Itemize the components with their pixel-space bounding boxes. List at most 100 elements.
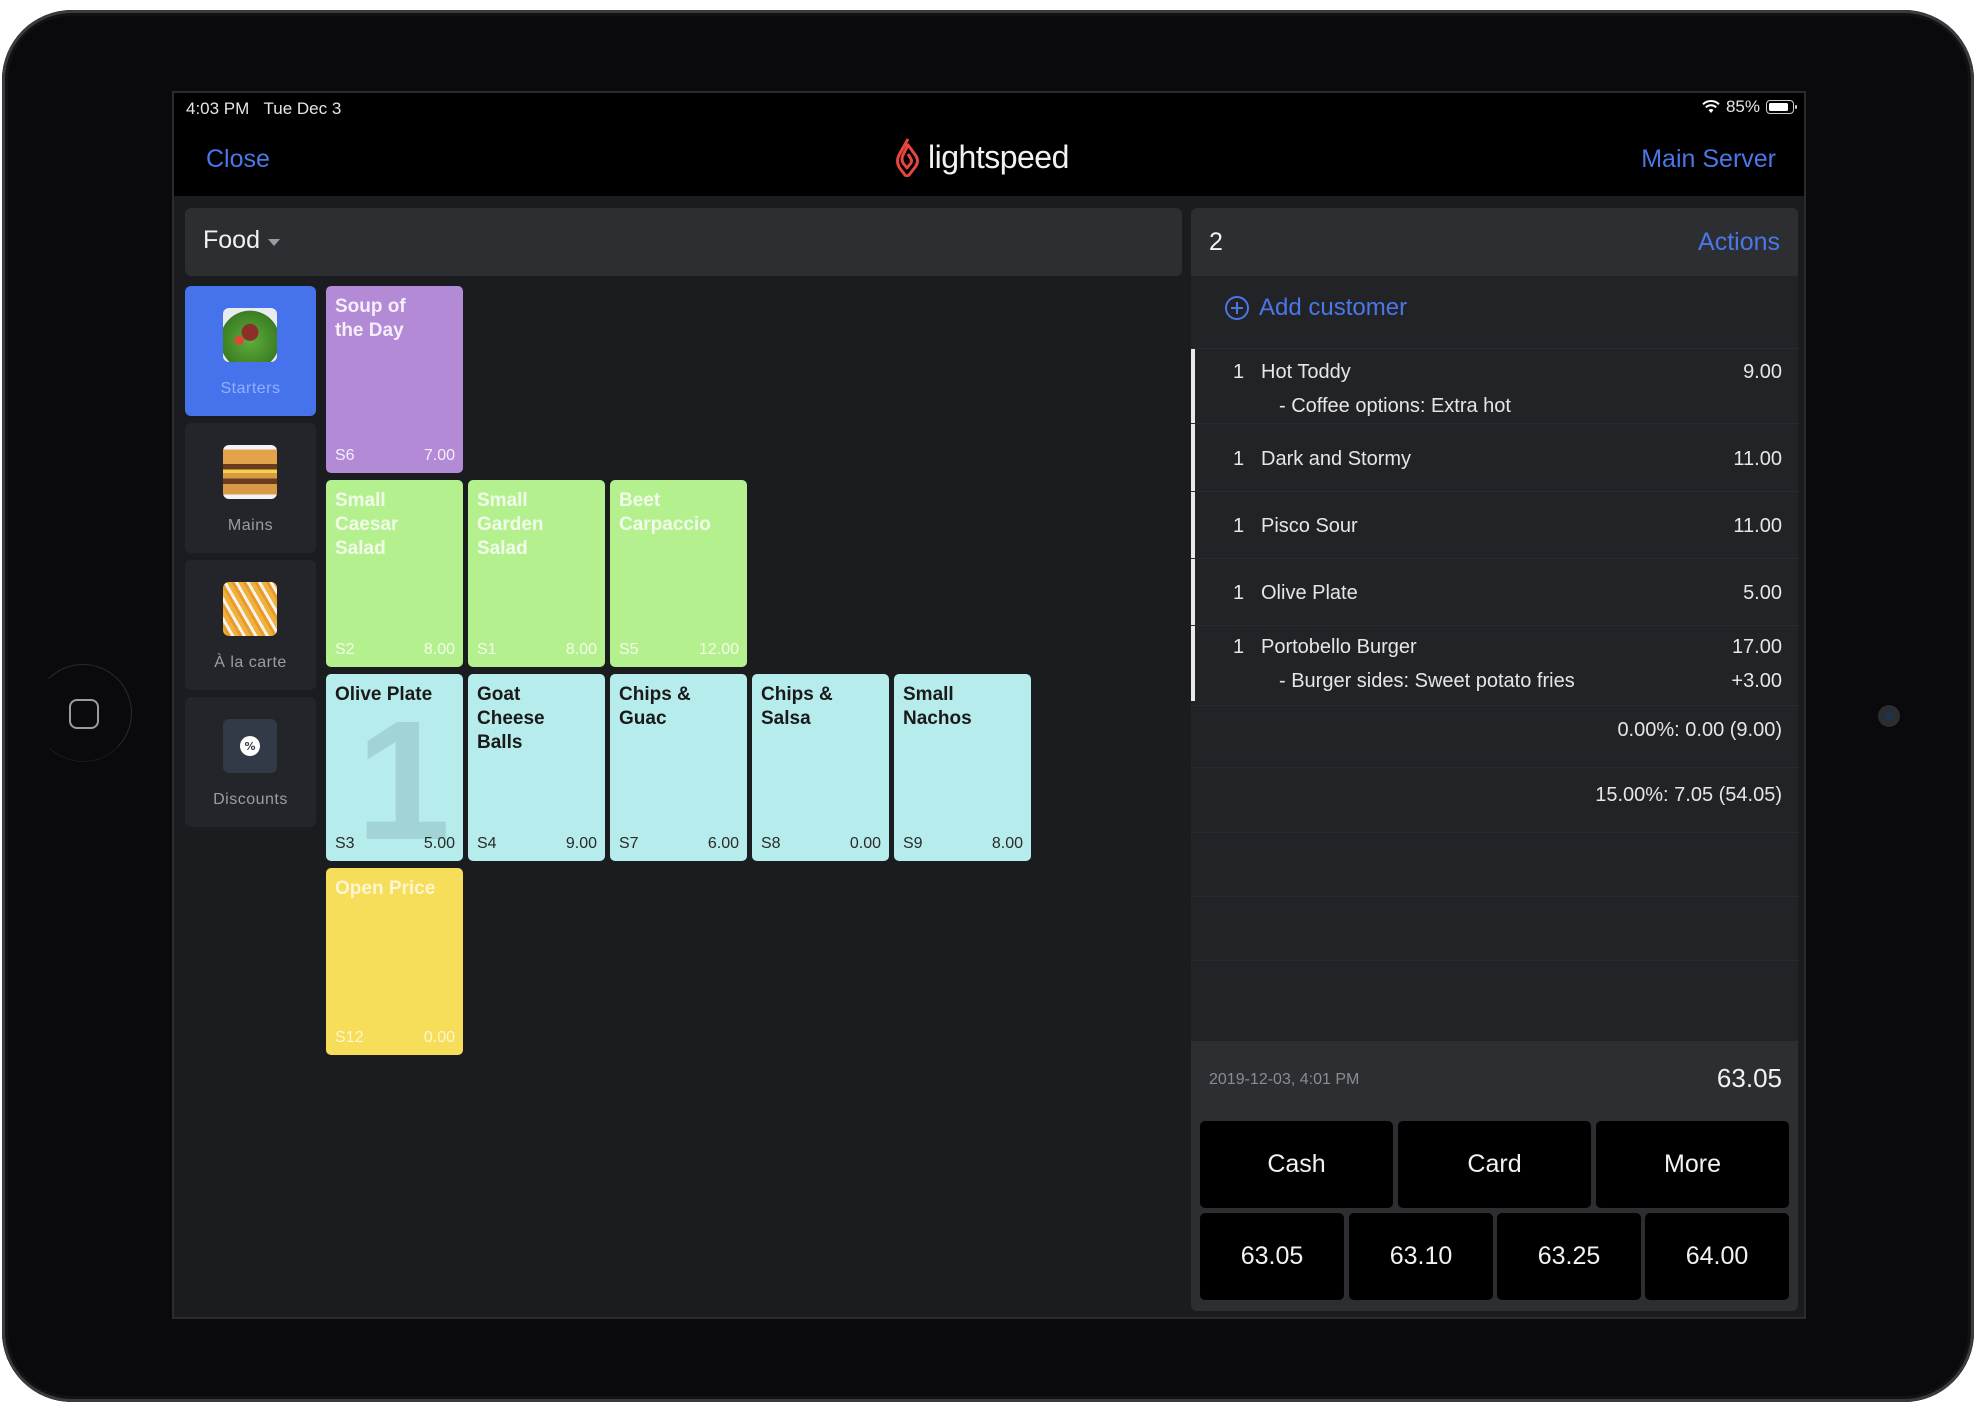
status-date: Tue Dec 3 [263,99,342,118]
line-indicator [1191,349,1195,424]
close-button[interactable]: Close [206,145,270,174]
category-a-la-carte[interactable]: À la carte [185,560,316,690]
line-name: Portobello Burger [1261,636,1417,658]
item-code: S6 [335,447,355,464]
menu-dropdown[interactable]: Food [203,226,280,255]
brand-name: lightspeed [928,138,1069,175]
line-price: 11.00 [1733,448,1782,470]
item-name: Small Nachos [903,684,972,729]
line-indicator [1191,492,1195,559]
item-tile-olive-plate[interactable]: 1 Olive Plate S3 5.00 [326,674,463,861]
line-indicator [1191,626,1195,701]
order-line[interactable]: 1 Dark and Stormy 11.00 [1191,423,1798,492]
burger-image [223,445,277,499]
tax-row: 0.00%: 0.00 (9.00) [1191,705,1798,768]
category-mains[interactable]: Mains [185,423,316,553]
main-server-button[interactable]: Main Server [1641,145,1776,174]
quick-amount-button[interactable]: 64.00 [1645,1213,1789,1300]
order-header: 2 Actions [1191,208,1798,276]
tax-row: 15.00%: 7.05 (54.05) [1191,767,1798,833]
empty-row [1191,896,1798,961]
item-tile-small-caesar-salad[interactable]: Small Caesar Salad S2 8.00 [326,480,463,667]
item-tile-chips-salsa[interactable]: Chips & Salsa S8 0.00 [752,674,889,861]
order-line[interactable]: 1 Olive Plate 5.00 [1191,558,1798,626]
status-clock: 4:03 PM Tue Dec 3 [186,99,341,119]
status-indicators: 85% [1702,97,1797,117]
card-button[interactable]: Card [1398,1121,1591,1208]
top-bar: 4:03 PM Tue Dec 3 85% Close lightspeed M… [174,93,1804,196]
item-price: 6.00 [707,835,739,852]
item-name: Small Garden Salad [477,490,544,559]
item-price: 8.00 [565,641,597,658]
item-price: 7.00 [423,447,455,464]
line-modifier: - Burger sides: Sweet potato fries [1279,670,1575,692]
item-code: S1 [477,641,497,658]
order-line[interactable]: 1 Hot Toddy 9.00 - Coffee options: Extra… [1191,348,1798,424]
item-price: 0.00 [423,1029,455,1046]
item-tile-chips-guac[interactable]: Chips & Guac S7 6.00 [610,674,747,861]
item-tile-soup-of-the-day[interactable]: Soup of the Day S6 7.00 [326,286,463,473]
menu-header: Food [185,208,1182,276]
item-code: S7 [619,835,639,852]
item-code: S5 [619,641,639,658]
category-label: À la carte [214,654,287,671]
line-name: Pisco Sour [1261,515,1358,537]
salad-image [223,308,277,362]
item-tile-small-garden-salad[interactable]: Small Garden Salad S1 8.00 [468,480,605,667]
line-qty: 1 [1233,361,1245,383]
line-price: 17.00 [1731,636,1782,658]
actions-button[interactable]: Actions [1698,228,1780,257]
quick-amount-button[interactable]: 63.25 [1497,1213,1641,1300]
pos-screen: 4:03 PM Tue Dec 3 85% Close lightspeed M… [172,91,1806,1319]
quick-amount-button[interactable]: 63.10 [1349,1213,1493,1300]
tax-summary: 0.00%: 0.00 (9.00) [1617,719,1782,741]
line-indicator [1191,424,1195,492]
empty-row [1191,832,1798,897]
home-button-icon [69,699,99,729]
item-name: Goat Cheese Balls [477,684,545,753]
item-tile-small-nachos[interactable]: Small Nachos S9 8.00 [894,674,1031,861]
line-price: 5.00 [1743,582,1782,604]
item-price: 5.00 [423,835,455,852]
item-name: Open Price [335,878,436,899]
item-code: S12 [335,1029,364,1046]
item-tile-beet-carpaccio[interactable]: Beet Carpaccio S5 12.00 [610,480,747,667]
wifi-icon [1702,100,1720,113]
battery-icon [1766,100,1797,114]
tax-summary: 15.00%: 7.05 (54.05) [1595,784,1782,806]
item-code: S8 [761,835,781,852]
line-qty: 1 [1233,448,1245,470]
category-label: Discounts [213,791,288,808]
chevron-down-icon [267,238,280,246]
add-customer-button[interactable]: Add customer [1225,294,1407,322]
line-qty: 1 [1233,582,1245,604]
empty-row [1191,960,1798,1025]
item-tile-open-price[interactable]: Open Price S12 0.00 [326,868,463,1055]
item-name: Soup of the Day [335,296,406,341]
item-tile-goat-cheese-balls[interactable]: Goat Cheese Balls S4 9.00 [468,674,605,861]
lightspeed-flame-icon [896,138,919,177]
payment-footer: 2019-12-03, 4:01 PM 63.05 Cash Card More… [1191,1041,1798,1311]
more-button[interactable]: More [1596,1121,1789,1208]
item-price: 8.00 [991,835,1023,852]
category-label: Mains [227,517,274,534]
order-total: 63.05 [1716,1063,1782,1093]
camera-icon [1878,705,1900,727]
order-line[interactable]: 1 Portobello Burger 17.00 - Burger sides… [1191,625,1798,701]
add-circle-icon [1225,296,1249,320]
quick-amount-button[interactable]: 63.05 [1200,1213,1344,1300]
home-button[interactable] [34,664,132,762]
line-modifier: - Coffee options: Extra hot [1279,395,1511,417]
order-panel: 2 Actions Add customer 1 Hot Toddy 9.00 … [1191,208,1798,1311]
line-price: 9.00 [1743,361,1782,383]
order-line[interactable]: 1 Pisco Sour 11.00 [1191,491,1798,559]
category-label: Starters [220,380,281,397]
category-discounts[interactable]: % Discounts [185,697,316,827]
item-price: 9.00 [565,835,597,852]
table-number: 2 [1209,228,1223,256]
item-name: Olive Plate [335,684,433,705]
cash-button[interactable]: Cash [1200,1121,1393,1208]
line-indicator [1191,559,1195,626]
item-code: S2 [335,641,355,658]
category-starters[interactable]: Starters [185,286,316,416]
